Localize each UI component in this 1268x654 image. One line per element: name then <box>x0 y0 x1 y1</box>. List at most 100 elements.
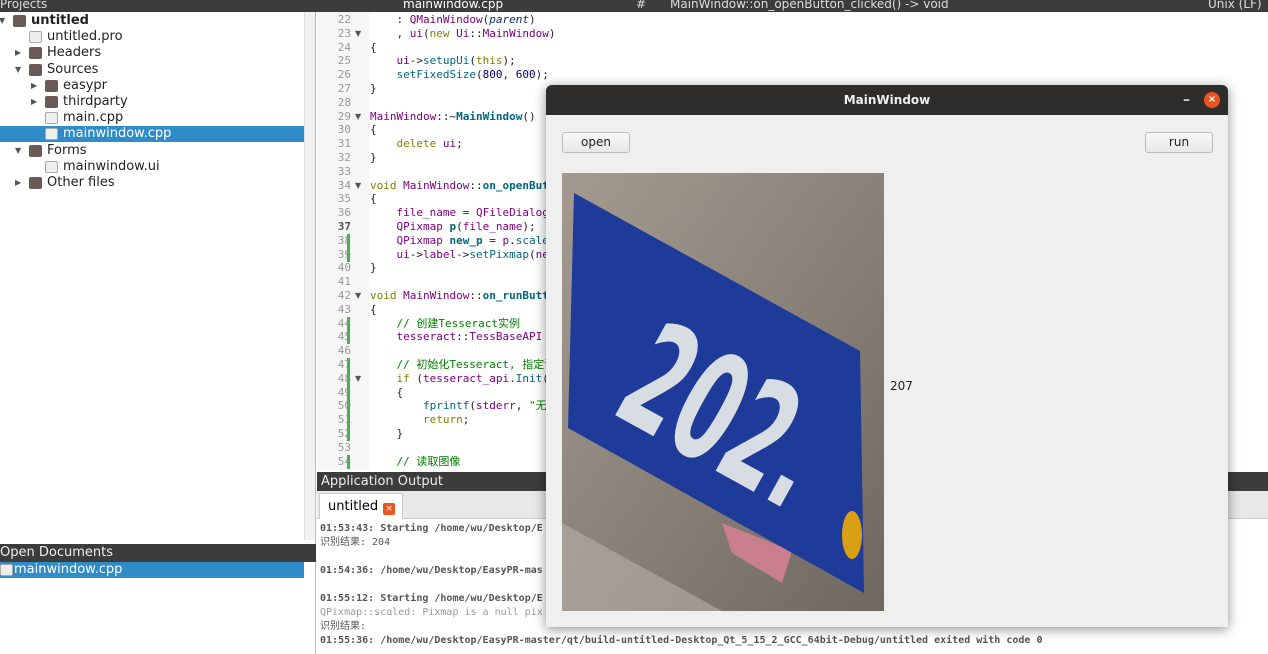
tree-item[interactable]: mainwindow.ui <box>0 159 304 175</box>
open-button[interactable]: open <box>562 132 630 153</box>
code-token: ; <box>462 413 470 427</box>
code-line: { <box>370 123 377 137</box>
code-token: { <box>370 385 404 399</box>
tree-item[interactable]: main.cpp <box>0 110 304 126</box>
code-line: } <box>370 261 377 275</box>
tree-scrollbar[interactable] <box>304 12 315 540</box>
code-line: ui->setupUi(this); <box>370 54 516 68</box>
chevron-down-icon[interactable]: ▼ <box>15 62 21 78</box>
chevron-down-icon[interactable]: ▼ <box>0 13 5 29</box>
code-token: file_name <box>396 206 457 220</box>
line-ending-selector[interactable]: Unix (LF) <box>1208 0 1262 10</box>
tree-item[interactable]: ▶ easypr <box>0 78 304 94</box>
code-token: :: <box>469 26 483 40</box>
code-token: tesseract_api <box>423 371 510 385</box>
change-marker <box>347 399 350 414</box>
change-marker <box>347 371 350 386</box>
tree-item[interactable]: ▼ untitled <box>0 13 304 29</box>
image-label: 202. <box>562 173 884 611</box>
code-token: MainWindow <box>370 109 437 123</box>
tree-item-label: Headers <box>47 45 102 61</box>
code-token: // 读取图像 <box>370 454 461 468</box>
chevron-right-icon[interactable]: ▶ <box>31 94 37 110</box>
tree-item[interactable]: ▶ Headers <box>0 45 304 61</box>
tree-item[interactable]: ▶ thirdparty <box>0 94 304 110</box>
tree-item[interactable]: untitled.pro <box>0 29 304 45</box>
line-number: 51 <box>337 413 351 427</box>
code-line: if (tesseract_api.Init(NU <box>370 371 563 386</box>
code-line: fprintf(stderr, "无法 <box>370 399 558 413</box>
code-token: ui <box>409 26 423 40</box>
symbol-selector[interactable]: MainWindow::on_openButton_clicked() -> v… <box>670 0 949 10</box>
code-token: . <box>509 371 516 385</box>
line-number: 53 <box>337 440 351 454</box>
line-number: 41 <box>337 275 351 289</box>
close-icon[interactable]: × <box>383 503 396 515</box>
tree-item-label: Sources <box>47 61 99 77</box>
line-number: 25 <box>337 54 351 68</box>
fold-icon[interactable]: ▼ <box>355 181 361 190</box>
code-line: { <box>370 386 403 400</box>
run-button[interactable]: run <box>1145 132 1213 153</box>
chevron-right-icon[interactable]: ▶ <box>15 175 21 191</box>
code-token: // 初始化Tesseract, 指定语言 <box>370 358 567 371</box>
fold-icon[interactable]: ▼ <box>355 374 361 383</box>
output-line: 01:55:36: /home/wu/Desktop/EasyPR-master… <box>320 635 1043 646</box>
line-number: 49 <box>337 385 351 399</box>
chevron-right-icon[interactable]: ▶ <box>15 45 21 61</box>
code-line: } <box>370 151 377 165</box>
tree-item[interactable]: ▶ Other files <box>0 175 304 191</box>
line-number: 39 <box>337 247 351 261</box>
code-token: ( <box>423 26 430 40</box>
fold-icon[interactable]: ▼ <box>355 112 361 121</box>
code-line: QPixmap new_p = p.scaled( <box>370 234 563 248</box>
code-line: void MainWindow::on_runButton <box>370 289 562 303</box>
code-line: } <box>370 82 377 96</box>
line-number: 40 <box>337 261 351 275</box>
projects-panel: ▼ untitled untitled.pro ▶ Headers ▼ Sources ▶ ea… <box>0 12 316 654</box>
code-token: -> <box>409 54 423 68</box>
output-line: 识别结果: <box>320 621 367 632</box>
tree-item-label: mainwindow.ui <box>63 158 160 174</box>
line-number: 36 <box>337 206 351 220</box>
change-marker <box>347 413 350 428</box>
output-tab-untitled[interactable]: untitled × <box>319 493 403 519</box>
chevron-down-icon[interactable]: ▼ <box>15 143 21 159</box>
code-line: QPixmap p(file_name); <box>370 220 536 234</box>
sources-folder-icon <box>29 63 42 76</box>
cpp-file-icon <box>45 112 58 125</box>
code-token: parent <box>489 13 529 26</box>
tree-item-label: untitled.pro <box>47 29 123 45</box>
code-token: MainWindow <box>482 26 549 40</box>
tree-item[interactable]: ▼ Sources <box>0 62 304 78</box>
chevron-right-icon[interactable]: ▶ <box>31 78 37 94</box>
fold-icon[interactable]: ▼ <box>355 291 361 300</box>
code-line: ui->label->setPixmap(new_ <box>370 247 563 262</box>
line-number: 44 <box>337 316 351 330</box>
code-line: // 创建Tesseract实例 <box>370 317 519 331</box>
tree-item-label: easypr <box>63 77 108 93</box>
code-token: ) <box>528 13 536 26</box>
code-line: file_name = QFileDialog:: <box>370 206 563 220</box>
hash-icon[interactable]: # <box>636 0 646 10</box>
line-number: 38 <box>337 233 351 247</box>
fold-icon[interactable]: ▼ <box>355 29 361 38</box>
line-number: 48 <box>337 371 351 385</box>
code-token: ( <box>528 247 536 261</box>
output-line: 01:54:36: /home/wu/Desktop/EasyPR-mas <box>320 565 543 576</box>
code-line: return; <box>370 413 469 427</box>
file-tab[interactable]: mainwindow.cpp <box>403 0 503 10</box>
close-button[interactable]: × <box>1204 92 1220 108</box>
change-marker <box>347 330 350 345</box>
headers-folder-icon <box>29 47 42 60</box>
code-token: stderr <box>475 399 516 413</box>
tree-item[interactable]: mainwindow.cpp <box>0 126 304 143</box>
change-marker <box>347 427 350 441</box>
code-token: : <box>370 13 410 26</box>
open-document-item[interactable]: mainwindow.cpp <box>0 562 304 578</box>
tree-item[interactable]: ▼ Forms <box>0 143 304 159</box>
minimize-button[interactable]: – <box>1183 85 1190 115</box>
